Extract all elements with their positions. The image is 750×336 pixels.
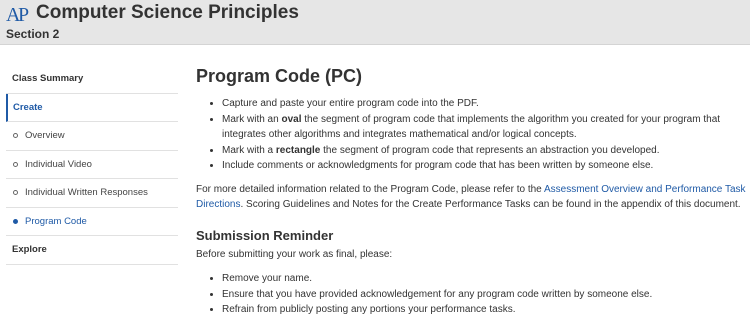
instructions-list: Capture and paste your entire program co… <box>196 96 746 174</box>
list-item: Remove your name. <box>222 271 746 287</box>
sidebar-item-class-summary[interactable]: Class Summary <box>6 65 178 94</box>
sidebar-item-label: Program Code <box>25 215 87 227</box>
sidebar-item-label: Class Summary <box>12 73 84 84</box>
circle-bullet-icon <box>13 133 18 138</box>
list-item: Mark with a rectangle the segment of pro… <box>222 143 746 159</box>
sidebar-item-label: Individual Written Responses <box>25 187 148 198</box>
sidebar: Class Summary Create Overview Individual… <box>6 65 178 265</box>
sidebar-item-create[interactable]: Create <box>6 93 178 122</box>
filled-circle-bullet-icon <box>13 218 18 224</box>
sidebar-item-label: Overview <box>25 130 65 141</box>
page-title: Program Code (PC) <box>196 66 363 86</box>
circle-bullet-icon <box>13 190 18 195</box>
sidebar-item-label: Individual Video <box>25 158 92 170</box>
list-item: Capture and paste your entire program co… <box>222 96 746 112</box>
sidebar-item-program-code[interactable]: Program Code <box>6 208 178 236</box>
list-item: Include comments or acknowledgments for … <box>222 158 746 174</box>
reminder-list: Remove your name. Ensure that you have p… <box>196 271 746 318</box>
section-label: Section 2 <box>6 27 60 41</box>
submission-reminder-heading: Submission Reminder <box>196 227 334 243</box>
list-item: Mark with an oval the segment of program… <box>222 112 746 143</box>
app-title: Computer Science Principles <box>36 2 299 23</box>
list-item: Refrain from publicly posting any portio… <box>222 302 746 318</box>
circle-bullet-icon <box>13 161 18 167</box>
svg-text:P: P <box>18 4 29 25</box>
sidebar-item-overview[interactable]: Overview <box>6 122 178 151</box>
sidebar-item-explore[interactable]: Explore <box>6 236 178 265</box>
list-item: Ensure that you have provided acknowledg… <box>222 287 746 303</box>
sidebar-item-label: Explore <box>12 244 47 255</box>
ap-logo-icon: A P <box>6 4 29 25</box>
sidebar-item-label: Create <box>13 101 43 113</box>
app-header: A P Computer Science Principles Section … <box>0 0 750 45</box>
sidebar-item-individual-written-responses[interactable]: Individual Written Responses <box>6 179 178 208</box>
reference-paragraph: For more detailed information related to… <box>196 183 746 211</box>
main-content: Program Code (PC) Capture and paste your… <box>196 66 746 318</box>
reminder-intro: Before submitting your work as final, pl… <box>196 248 393 260</box>
sidebar-item-individual-video[interactable]: Individual Video <box>6 151 178 179</box>
